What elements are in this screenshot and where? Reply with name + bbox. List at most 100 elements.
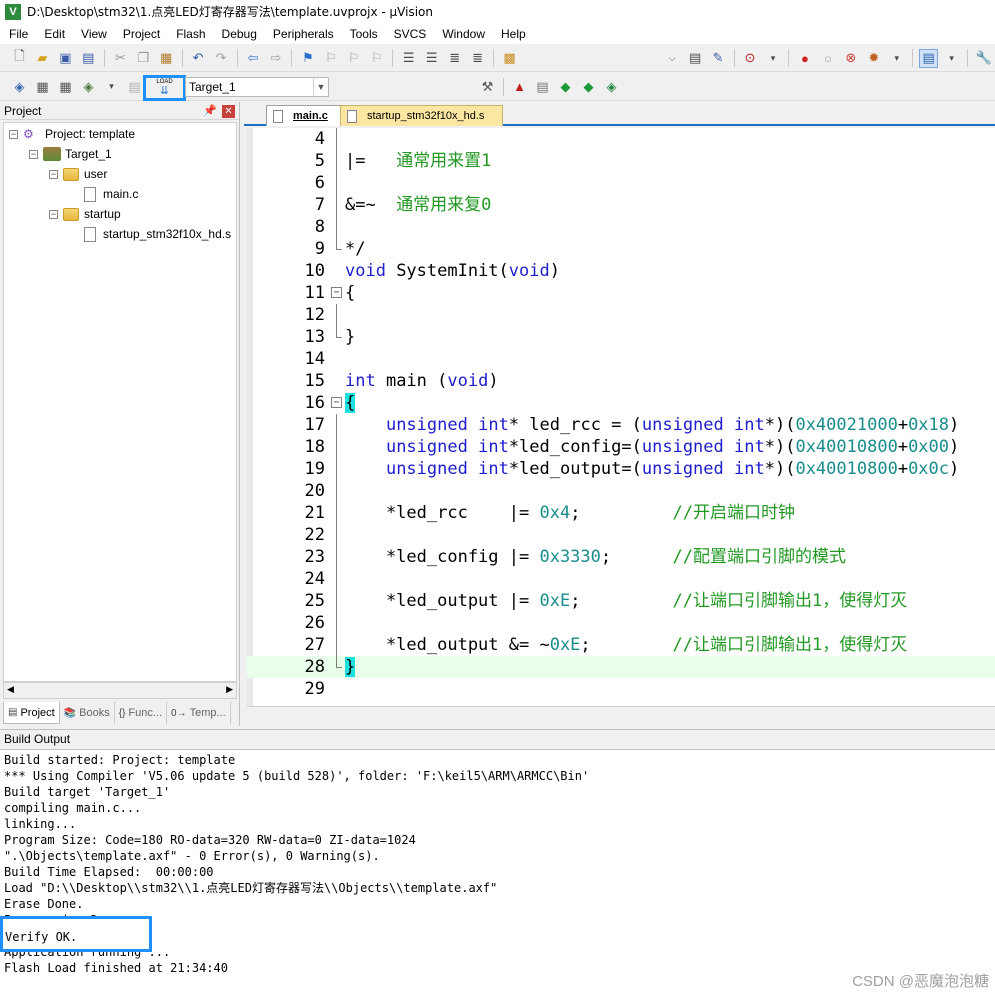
- bookmark-icon[interactable]: ⚑: [298, 49, 317, 68]
- breakpoints-dropdown-icon[interactable]: ▾: [887, 49, 906, 68]
- uncomment-icon[interactable]: ≣: [468, 49, 487, 68]
- build-output-panel[interactable]: Build started: Project: template *** Usin…: [0, 749, 995, 999]
- paste-icon[interactable]: ▦: [157, 49, 176, 68]
- menu-edit[interactable]: Edit: [35, 27, 72, 41]
- menu-help[interactable]: Help: [492, 27, 533, 41]
- code-line[interactable]: 14: [247, 348, 995, 370]
- undo-icon[interactable]: ↶: [189, 49, 208, 68]
- code-line[interactable]: 15 int main (void): [247, 370, 995, 392]
- cut-icon[interactable]: ✂: [111, 49, 130, 68]
- code-line[interactable]: 7 &=~ 通常用来复0: [247, 194, 995, 216]
- incremental-find-icon[interactable]: ✎: [709, 49, 728, 68]
- target-options-icon[interactable]: ⚒: [478, 77, 497, 96]
- code-line[interactable]: 27 *led_output &= ~0xE; //让端口引脚输出1，使得灯灭: [247, 634, 995, 656]
- stop-build-icon[interactable]: ▤: [125, 77, 144, 96]
- tree-item-group-user[interactable]: − user: [49, 164, 107, 184]
- menu-svcs[interactable]: SVCS: [385, 27, 434, 41]
- horizontal-scrollbar[interactable]: ◀ ▶: [3, 682, 237, 699]
- code-line[interactable]: 18 unsigned int*led_config=(unsigned int…: [247, 436, 995, 458]
- open-folder-icon[interactable]: ▰: [33, 49, 52, 68]
- save-icon[interactable]: ▣: [56, 49, 75, 68]
- code-line[interactable]: 5 |= 通常用来置1: [247, 150, 995, 172]
- code-line[interactable]: 4: [247, 128, 995, 150]
- tab-templates[interactable]: 0→ Temp...: [167, 702, 231, 724]
- menu-project[interactable]: Project: [114, 27, 167, 41]
- select-packs-icon[interactable]: ▤: [533, 77, 552, 96]
- window-layout-icon[interactable]: ▤: [919, 48, 939, 68]
- layout-dropdown-icon[interactable]: ▾: [942, 49, 961, 68]
- prev-bookmark-icon[interactable]: ⚐: [321, 49, 340, 68]
- pack-installer-icon[interactable]: ◆: [579, 77, 598, 96]
- find-dropdown-icon[interactable]: ⌵: [663, 49, 682, 68]
- close-icon[interactable]: ✕: [222, 105, 235, 118]
- code-line[interactable]: 26: [247, 612, 995, 634]
- menu-view[interactable]: View: [72, 27, 114, 41]
- kill-breakpoints-icon[interactable]: ✹: [864, 49, 883, 68]
- tree-item-file-main[interactable]: main.c: [84, 184, 138, 204]
- collapse-icon[interactable]: −: [9, 129, 18, 139]
- collapse-icon[interactable]: −: [49, 169, 58, 179]
- tab-books[interactable]: 📚 Books: [60, 702, 115, 724]
- code-line[interactable]: 23 *led_config |= 0x3330; //配置端口引脚的模式: [247, 546, 995, 568]
- code-line[interactable]: 9 */: [247, 238, 995, 260]
- code-line[interactable]: 28}: [247, 656, 995, 678]
- batch-dropdown-icon[interactable]: ▾: [102, 77, 121, 96]
- target-select[interactable]: Target_1 ▼: [185, 77, 329, 97]
- collapse-icon[interactable]: −: [49, 209, 58, 219]
- batch-build-icon[interactable]: ◈: [79, 77, 98, 96]
- indent-icon[interactable]: ☰: [399, 49, 418, 68]
- tree-item-group-startup[interactable]: − startup: [49, 204, 121, 224]
- tree-item-file-startup[interactable]: startup_stm32f10x_hd.s: [84, 224, 231, 244]
- tab-functions[interactable]: {} Func...: [115, 702, 168, 724]
- fold-collapse-icon[interactable]: −: [331, 287, 342, 298]
- comment-icon[interactable]: ≣: [445, 49, 464, 68]
- code-line[interactable]: 10 void SystemInit(void): [247, 260, 995, 282]
- code-line[interactable]: 17 unsigned int* led_rcc = (unsigned int…: [247, 414, 995, 436]
- menu-debug[interactable]: Debug: [213, 27, 264, 41]
- code-line[interactable]: 6: [247, 172, 995, 194]
- menu-flash[interactable]: Flash: [167, 27, 212, 41]
- editor-horizontal-scrollbar[interactable]: [247, 706, 995, 724]
- copy-icon[interactable]: ❐: [134, 49, 153, 68]
- unindent-icon[interactable]: ☰: [422, 49, 441, 68]
- disable-all-breakpoints-icon[interactable]: ⊗: [841, 49, 860, 68]
- menu-file[interactable]: File: [0, 27, 35, 41]
- tab-startup-file[interactable]: startup_stm32f10x_hd.s: [340, 105, 503, 126]
- download-load-button[interactable]: LOAD ⇊: [143, 75, 186, 101]
- build-icon[interactable]: ▦: [33, 77, 52, 96]
- menu-peripherals[interactable]: Peripherals: [264, 27, 341, 41]
- code-line[interactable]: 8: [247, 216, 995, 238]
- find-icon[interactable]: ▤: [686, 49, 705, 68]
- code-line[interactable]: 11−{: [247, 282, 995, 304]
- configure-icon[interactable]: 🔧: [974, 49, 993, 68]
- menu-window[interactable]: Window: [433, 27, 492, 41]
- manage-run-time-icon[interactable]: ◆: [556, 77, 575, 96]
- code-line[interactable]: 25 *led_output |= 0xE; //让端口引脚输出1，使得灯灭: [247, 590, 995, 612]
- code-line[interactable]: 22: [247, 524, 995, 546]
- navigate-back-icon[interactable]: ⇦: [244, 49, 263, 68]
- debug-dropdown-icon[interactable]: ▾: [764, 49, 783, 68]
- rebuild-icon[interactable]: ▦: [56, 77, 75, 96]
- translate-icon[interactable]: ◈: [10, 77, 29, 96]
- debug-session-icon[interactable]: ⊙: [741, 49, 760, 68]
- code-area[interactable]: 4 5 |= 通常用来置1 6 7 &=~ 通常用来复0 8 9 */ 10 void System…: [247, 128, 995, 706]
- scroll-left-icon[interactable]: ◀: [7, 684, 14, 695]
- tree-item-target[interactable]: − Target_1: [29, 144, 112, 164]
- code-line[interactable]: 21 *led_rcc |= 0x4; //开启端口时钟: [247, 502, 995, 524]
- clear-bookmarks-icon[interactable]: ⚐: [367, 49, 386, 68]
- insert-breakpoint-icon[interactable]: ●: [795, 49, 814, 68]
- menu-tools[interactable]: Tools: [341, 27, 385, 41]
- scroll-right-icon[interactable]: ▶: [226, 684, 233, 695]
- navigate-forward-icon[interactable]: ⇨: [267, 49, 286, 68]
- redo-icon[interactable]: ↷: [212, 49, 231, 68]
- next-bookmark-icon[interactable]: ⚐: [344, 49, 363, 68]
- pack-update-icon[interactable]: ◈: [602, 77, 621, 96]
- code-line[interactable]: 13}: [247, 326, 995, 348]
- code-line[interactable]: 20: [247, 480, 995, 502]
- code-line[interactable]: 16−{: [247, 392, 995, 414]
- code-line[interactable]: 19 unsigned int*led_output=(unsigned int…: [247, 458, 995, 480]
- code-line[interactable]: 29: [247, 678, 995, 700]
- tree-item-project[interactable]: − ⚙ Project: template: [9, 124, 135, 144]
- fold-collapse-icon[interactable]: −: [331, 397, 342, 408]
- manage-project-items-icon[interactable]: ▲: [510, 77, 529, 96]
